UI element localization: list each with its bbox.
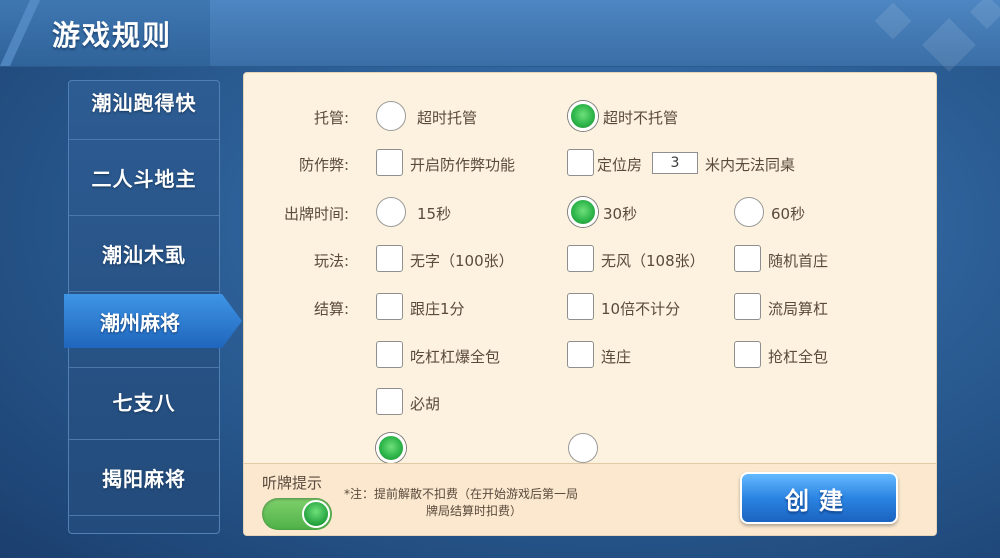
anticheat-enable-label: 开启防作弊功能 (410, 156, 516, 174)
anticheat-enable-checkbox[interactable] (376, 149, 403, 176)
anticheat-label: 防作弊: (298, 156, 349, 174)
chi-gang-full-pay-checkbox[interactable] (376, 341, 403, 368)
header-diamond-decoration (970, 0, 1000, 29)
play-time-15s-label: 15秒 (417, 205, 452, 223)
random-dealer-checkbox[interactable] (734, 245, 761, 272)
rob-kong-full-pay-checkbox[interactable] (734, 341, 761, 368)
sidebar-item-jieyang-majiang[interactable]: 揭阳麻将 (69, 439, 219, 516)
must-win-checkbox[interactable] (376, 388, 403, 415)
tuoguan-timeout-radio[interactable] (376, 101, 406, 131)
draw-count-kong-checkbox[interactable] (734, 293, 761, 320)
panel-footer: 听牌提示 *注：提前解散不扣费（在开始游戏后第一局 牌局结算时扣费） 创建 (244, 463, 936, 535)
no-honors-checkbox[interactable] (376, 245, 403, 272)
draw-count-kong-label: 流局算杠 (768, 300, 829, 318)
note-line-2: 牌局结算时扣费） (426, 504, 523, 518)
location-room-checkbox[interactable] (567, 149, 594, 176)
sidebar-item-label: 七支八 (112, 390, 176, 415)
must-win-label: 必胡 (410, 395, 441, 413)
page-title: 游戏规则 (52, 19, 173, 52)
sidebar-item-label: 揭阳麻将 (102, 466, 186, 491)
header-diamond-decoration (922, 18, 976, 72)
sidebar-item-label: 潮汕木虱 (102, 242, 186, 267)
play-time-30s-radio[interactable] (568, 197, 598, 227)
tuoguan-timeout-label: 超时托管 (417, 109, 478, 127)
sidebar-item-chaozhou-majiang[interactable]: 潮州麻将 (64, 294, 242, 348)
sidebar-item-chaoshan-mushi[interactable]: 潮汕木虱 (69, 215, 219, 292)
play-time-60s-radio[interactable] (734, 197, 764, 227)
rob-kong-full-pay-label: 抢杠全包 (768, 348, 829, 366)
distance-suffix-label: 米内无法同桌 (705, 156, 796, 174)
hidden-option-radio-2[interactable] (568, 433, 598, 463)
note-line-1: *注：提前解散不扣费（在开始游戏后第一局 (344, 487, 579, 501)
hidden-option-radio[interactable] (376, 433, 406, 463)
tuoguan-no-timeout-label: 超时不托管 (603, 109, 679, 127)
rules-panel: 托管: 超时托管 超时不托管 防作弊: 开启防作弊功能 定位房 3 米内无法同桌… (243, 72, 937, 536)
play-time-60s-label: 60秒 (771, 205, 806, 223)
gameplay-label: 玩法: (313, 252, 349, 270)
no-winds-checkbox[interactable] (567, 245, 594, 272)
random-dealer-label: 随机首庄 (768, 252, 829, 270)
play-time-30s-label: 30秒 (603, 205, 638, 223)
tuoguan-no-timeout-radio[interactable] (568, 101, 598, 131)
tuoguan-label: 托管: (313, 109, 349, 127)
chi-gang-full-pay-label: 吃杠杠爆全包 (410, 348, 501, 366)
no-winds-label: 无风（108张） (601, 252, 705, 270)
consecutive-dealer-checkbox[interactable] (567, 341, 594, 368)
ten-times-checkbox[interactable] (567, 293, 594, 320)
create-button[interactable]: 创建 (740, 472, 898, 524)
toggle-knob (302, 500, 330, 528)
sidebar-item-erren-doudizhu[interactable]: 二人斗地主 (69, 139, 219, 216)
sidebar-item-qizhiba[interactable]: 七支八 (69, 363, 219, 440)
sidebar-item-chaoshan-paodekuai[interactable]: 潮汕跑得快 (69, 81, 219, 140)
follow-dealer-label: 跟庄1分 (410, 300, 465, 318)
consecutive-dealer-label: 连庄 (601, 348, 632, 366)
play-time-label: 出牌时间: (283, 205, 349, 223)
sidebar-item-label: 潮州麻将 (100, 310, 180, 335)
follow-dealer-checkbox[interactable] (376, 293, 403, 320)
ten-times-label: 10倍不计分 (601, 300, 681, 318)
location-room-label: 定位房 (597, 156, 643, 174)
sidebar-item-label: 二人斗地主 (91, 166, 197, 191)
ting-tip-label: 听牌提示 (262, 474, 323, 492)
header-bar: 游戏规则 (0, 0, 1000, 72)
ting-tip-toggle[interactable] (262, 498, 332, 530)
distance-input[interactable]: 3 (652, 152, 698, 174)
header-diamond-decoration (874, 2, 912, 40)
play-time-15s-radio[interactable] (376, 197, 406, 227)
no-honors-label: 无字（100张） (410, 252, 514, 270)
settlement-label: 结算: (313, 300, 349, 318)
sidebar-item-label: 潮汕跑得快 (91, 90, 197, 115)
